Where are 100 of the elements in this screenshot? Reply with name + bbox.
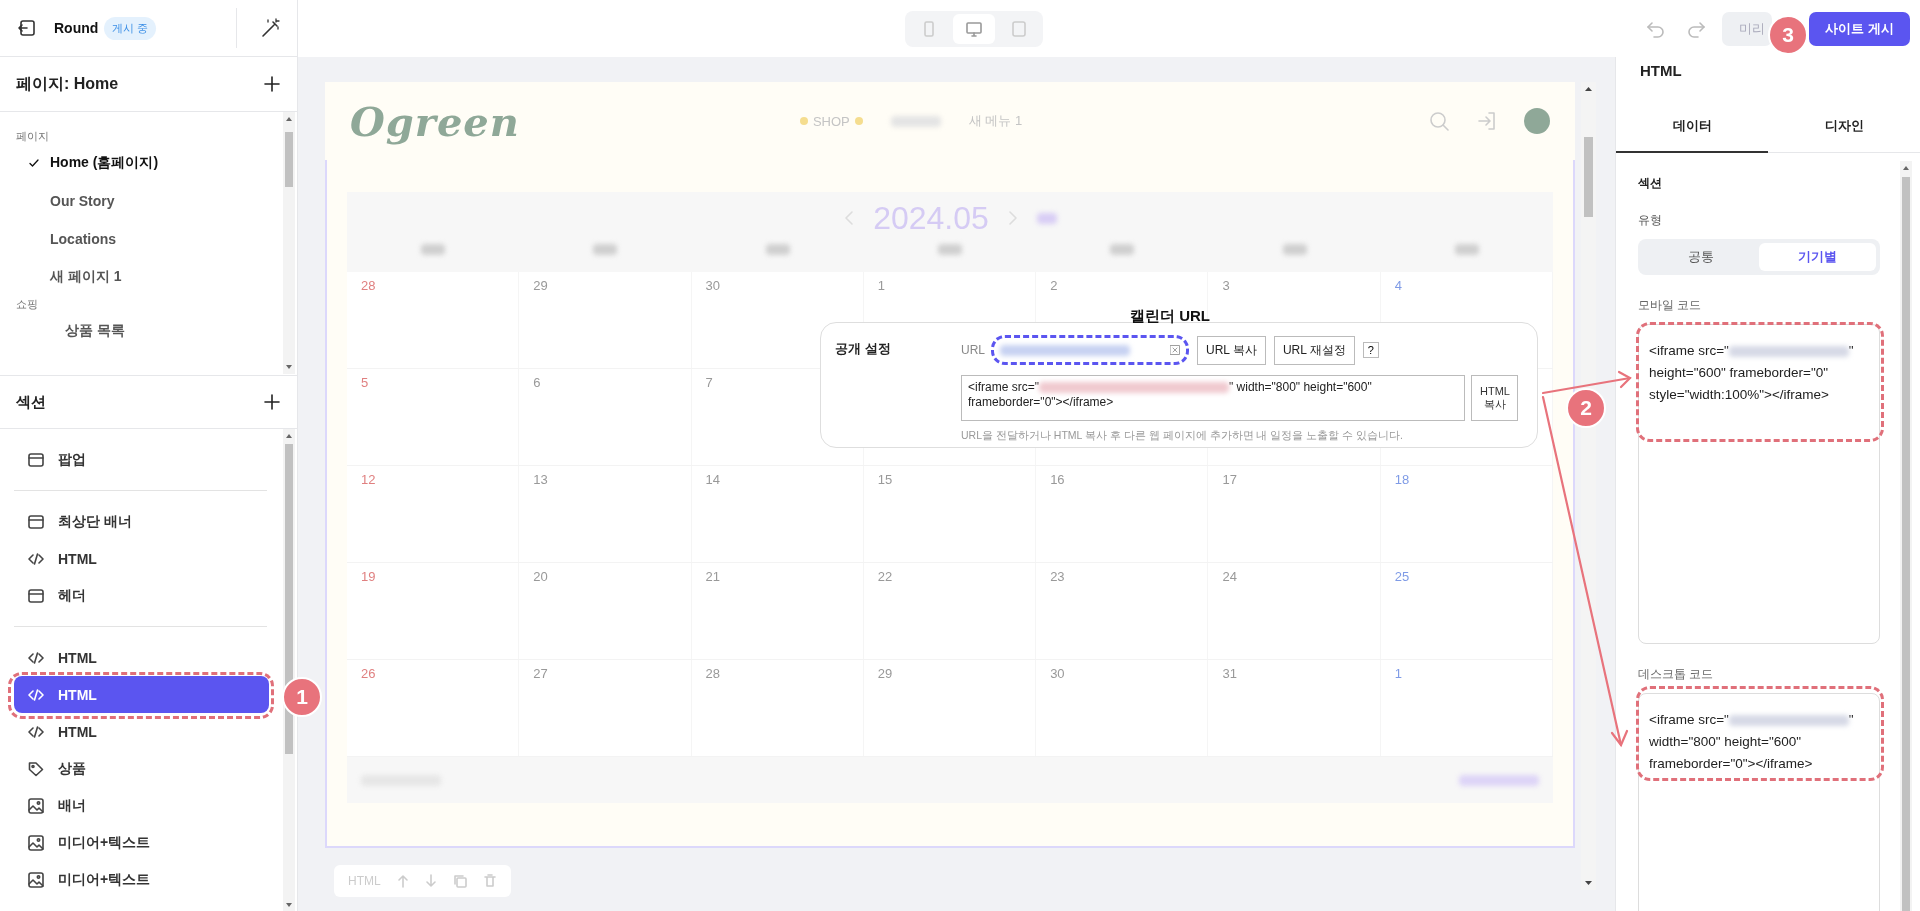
- day-number: 30: [1050, 666, 1065, 681]
- code-field[interactable]: <iframe src=" " height="600" frameborder="0" style="width:100%"></iframe>: [1638, 324, 1880, 644]
- redacted-mark: [1454, 244, 1479, 255]
- panel-title: HTML: [1639, 61, 1683, 81]
- action-button[interactable]: URL 복사: [1197, 335, 1266, 365]
- magic-wand-icon[interactable]: [261, 18, 281, 38]
- help-button[interactable]: ?: [1362, 342, 1379, 358]
- desktop-device-icon: [965, 19, 983, 38]
- day-number: 23: [1050, 569, 1065, 584]
- day-number: 29: [533, 278, 548, 293]
- day-number: 22: [877, 569, 893, 584]
- day-number: 30: [705, 278, 721, 293]
- redacted-mark: [1282, 244, 1307, 255]
- day-number: 15: [877, 472, 893, 487]
- prev-icon[interactable]: [843, 210, 856, 226]
- day-number: 31: [1222, 666, 1237, 681]
- check-icon: [28, 157, 40, 169]
- code-text: <iframe src=" " width="800" height="600" frameborder="0"></iframe>: [1649, 711, 1855, 773]
- redacted-mark: [765, 244, 790, 255]
- day-number: 7: [705, 375, 713, 390]
- day-number: 13: [533, 472, 548, 487]
- day-number: 1: [877, 278, 886, 293]
- code-icon: [28, 686, 44, 703]
- tag-icon: [28, 760, 44, 777]
- search-icon[interactable]: [1428, 110, 1450, 132]
- day-number: 19: [361, 569, 376, 584]
- action-button[interactable]: URL 재설정: [1273, 335, 1355, 365]
- section-item[interactable]: HTML: [0, 713, 269, 750]
- scrollbar-thumb[interactable]: [1902, 177, 1910, 911]
- day-number: 2: [1050, 278, 1058, 293]
- device-toggle[interactable]: [953, 13, 995, 44]
- caption-text: 캘린더 URL: [1130, 307, 1210, 326]
- code-text: <iframe src=" " width="800" height="600" frameborder="0"></iframe>: [968, 380, 1373, 410]
- layout-icon: [28, 513, 44, 530]
- section-item[interactable]: HTML: [0, 540, 269, 577]
- move-up-icon[interactable]: [396, 874, 409, 888]
- move-down-icon[interactable]: [424, 874, 437, 888]
- image-icon: [28, 834, 44, 851]
- tablet-device-icon: [1010, 19, 1028, 38]
- section-item[interactable]: HTML: [0, 639, 269, 676]
- card-title: 공개 설정: [835, 340, 892, 358]
- url-field[interactable]: [991, 335, 1189, 365]
- page-item[interactable]: Home (홈페이지): [0, 144, 283, 182]
- section-item[interactable]: 헤더: [0, 577, 269, 614]
- redacted-mark: [890, 115, 941, 127]
- code-field[interactable]: <iframe src=" " width="800" height="600" frameborder="0"></iframe>: [1638, 693, 1880, 911]
- segment-option[interactable]: 기기별: [1759, 243, 1876, 271]
- next-icon[interactable]: [1006, 210, 1019, 226]
- image-icon: [28, 797, 44, 814]
- tab[interactable]: 데이터: [1616, 100, 1768, 153]
- publish-button[interactable]: 사이트 게시: [1809, 11, 1910, 46]
- hint-text: URL을 전달하거나 HTML 복사 후 다른 웹 페이지에 추가하면 내 일정을 노출할 수 있습니다.: [961, 429, 1405, 443]
- section-label: 섹션: [1638, 175, 1663, 192]
- day-number: 29: [877, 666, 893, 681]
- add-icon[interactable]: [263, 393, 281, 411]
- clear-icon[interactable]: [1170, 345, 1180, 355]
- code-icon: [28, 649, 44, 666]
- section-item[interactable]: HTML: [14, 676, 269, 713]
- day-number: 27: [533, 666, 548, 681]
- page-item[interactable]: 상품 목록: [0, 312, 283, 350]
- trash-icon[interactable]: [482, 874, 497, 888]
- day-number: 28: [705, 666, 721, 681]
- day-number: 6: [533, 375, 541, 390]
- day-number: 24: [1222, 569, 1237, 584]
- copy-icon[interactable]: [452, 874, 467, 888]
- login-icon[interactable]: [1476, 110, 1498, 132]
- day-number: 26: [361, 666, 376, 681]
- site-name: Round: [54, 20, 99, 36]
- section-item[interactable]: 팝업: [0, 441, 269, 478]
- page-item[interactable]: Our Story: [0, 182, 283, 220]
- redacted-mark: [1036, 212, 1057, 224]
- day-number: 20: [533, 569, 548, 584]
- scrollbar-thumb[interactable]: [285, 132, 293, 187]
- section-item[interactable]: 배너: [0, 787, 269, 824]
- day-number: 12: [361, 472, 376, 487]
- section-item[interactable]: 최상단 배너: [0, 503, 269, 540]
- panel-title: 페이지: Home: [16, 73, 119, 94]
- copy-html-button[interactable]: HTML 복사: [1471, 375, 1518, 421]
- field-label: URL: [961, 343, 985, 357]
- day-number: 1: [1394, 666, 1402, 681]
- section-item[interactable]: 상품: [0, 750, 269, 787]
- code-field[interactable]: <iframe src=" " width="800" height="600" frameborder="0"></iframe>: [961, 375, 1465, 421]
- day-number: 16: [1050, 472, 1065, 487]
- section-item[interactable]: 미디어+텍스트: [0, 824, 269, 861]
- field-label: 유형: [1638, 212, 1663, 229]
- scrollbar-thumb[interactable]: [1584, 137, 1593, 217]
- back-icon[interactable]: [18, 19, 36, 37]
- segment-option[interactable]: 공통: [1642, 243, 1759, 271]
- page-item[interactable]: 새 페이지 1: [0, 258, 283, 296]
- redacted-mark: [938, 244, 962, 255]
- scrollbar-thumb[interactable]: [285, 444, 293, 754]
- tab[interactable]: 디자인: [1768, 100, 1920, 153]
- avatar-icon[interactable]: [1524, 108, 1550, 134]
- page-item[interactable]: Locations: [0, 220, 283, 258]
- redacted-mark: [1110, 244, 1135, 255]
- add-icon[interactable]: [263, 75, 281, 93]
- layout-icon: [28, 587, 44, 604]
- day-number: 17: [1222, 472, 1237, 487]
- section-item[interactable]: 미디어+텍스트: [0, 861, 269, 898]
- image-icon: [28, 871, 44, 888]
